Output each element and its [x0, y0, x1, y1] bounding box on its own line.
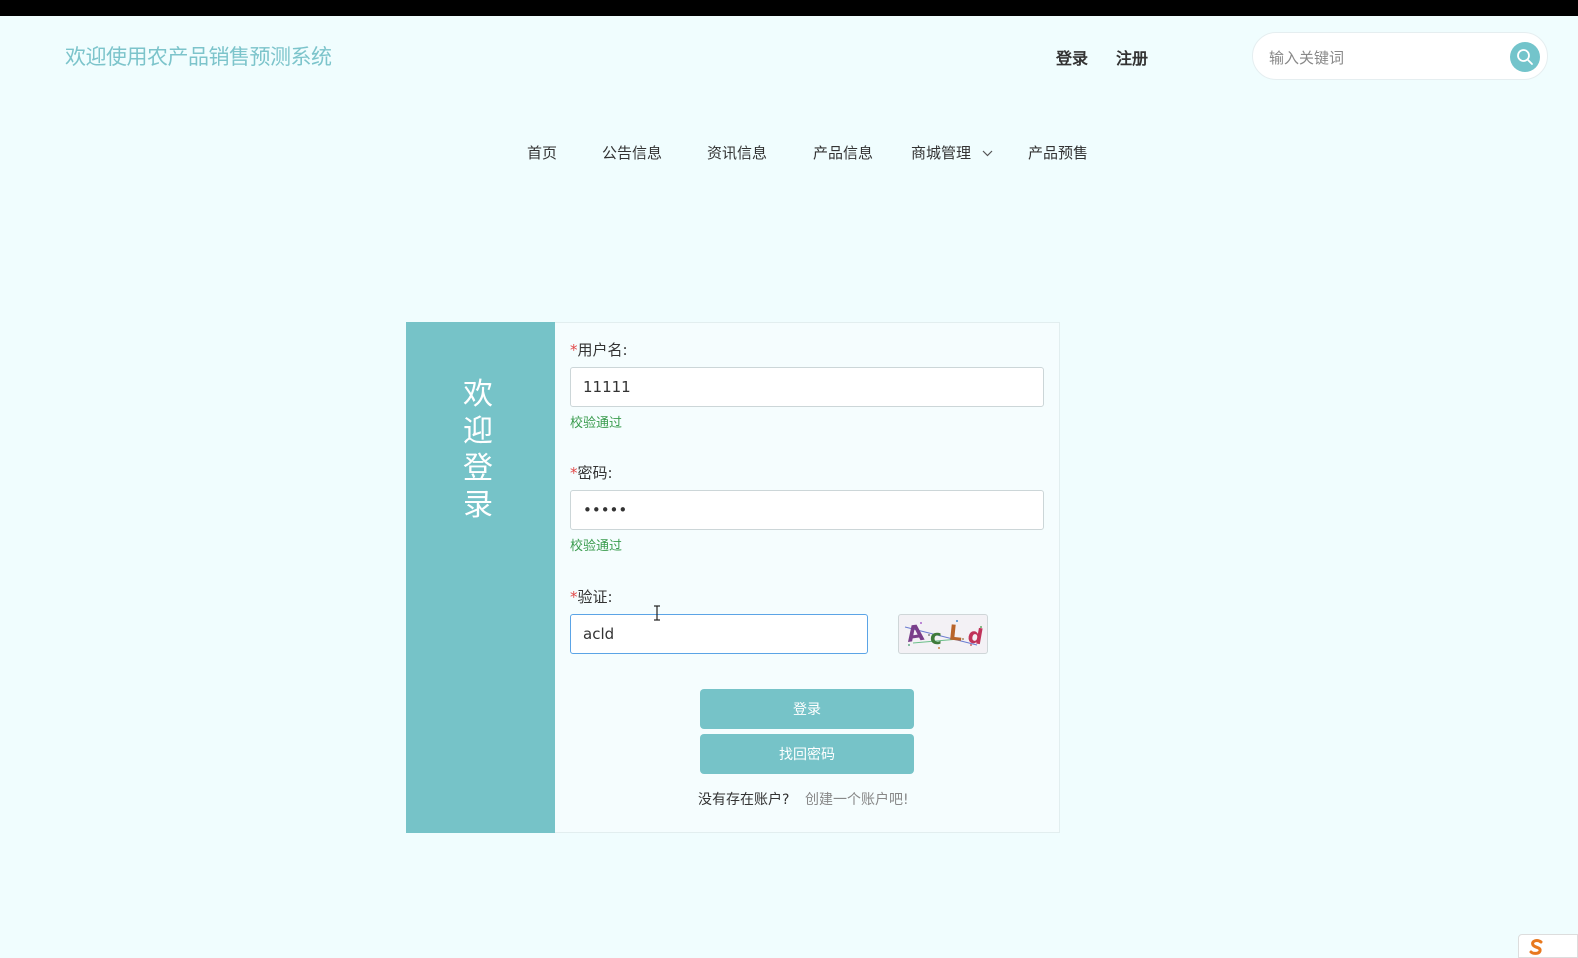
nav-item-presale[interactable]: 产品预售 [1028, 142, 1088, 163]
password-input[interactable] [570, 490, 1044, 530]
chevron-down-icon [982, 150, 993, 157]
login-button[interactable]: 登录 [700, 689, 914, 729]
search-input[interactable] [1267, 45, 1501, 71]
svg-text:d: d [966, 623, 985, 649]
login-side-title: 欢迎登录 [463, 377, 493, 523]
site-title: 欢迎使用农产品销售预测系统 [65, 45, 332, 69]
browser-top-bar [0, 0, 1578, 16]
username-input[interactable] [570, 367, 1044, 407]
nav-item-news[interactable]: 资讯信息 [707, 142, 767, 163]
password-label-text: 密码: [577, 464, 613, 482]
password-label: *密码: [570, 462, 613, 483]
nav-item-mall-management-label: 商城管理 [911, 144, 972, 162]
captcha-input[interactable] [570, 614, 868, 654]
nav-item-products[interactable]: 产品信息 [813, 142, 873, 163]
required-mark: * [570, 588, 578, 606]
header-login-link[interactable]: 登录 [1056, 45, 1088, 69]
search-box [1252, 32, 1548, 80]
nav-item-home[interactable]: 首页 [527, 142, 557, 163]
recover-password-button[interactable]: 找回密码 [700, 734, 914, 774]
search-button[interactable] [1510, 42, 1540, 72]
required-mark: * [570, 341, 578, 359]
username-label: *用户名: [570, 339, 628, 360]
username-hint: 校验通过 [570, 416, 623, 431]
captcha-label-text: 验证: [577, 588, 613, 606]
search-icon [1517, 49, 1533, 65]
required-mark: * [570, 464, 578, 482]
username-label-text: 用户名: [577, 341, 628, 359]
corner-widget[interactable] [1518, 934, 1578, 958]
captcha-label: *验证: [570, 586, 613, 607]
password-hint: 校验通过 [570, 539, 623, 554]
svg-text:c: c [930, 625, 942, 649]
captcha-image[interactable]: A c L d [898, 614, 988, 654]
captcha-graphic: A c L d [904, 620, 985, 649]
nav-item-mall-management[interactable]: 商城管理 [911, 142, 993, 163]
svg-text:A: A [905, 621, 925, 648]
create-account-link[interactable]: 创建一个账户吧! [805, 789, 909, 809]
svg-text:L: L [948, 620, 964, 645]
widget-logo-icon [1529, 939, 1543, 955]
header-register-link[interactable]: 注册 [1116, 45, 1148, 69]
nav-item-announcements[interactable]: 公告信息 [602, 142, 662, 163]
no-account-text: 没有存在账户? [698, 792, 790, 808]
text-cursor-icon [654, 605, 660, 621]
